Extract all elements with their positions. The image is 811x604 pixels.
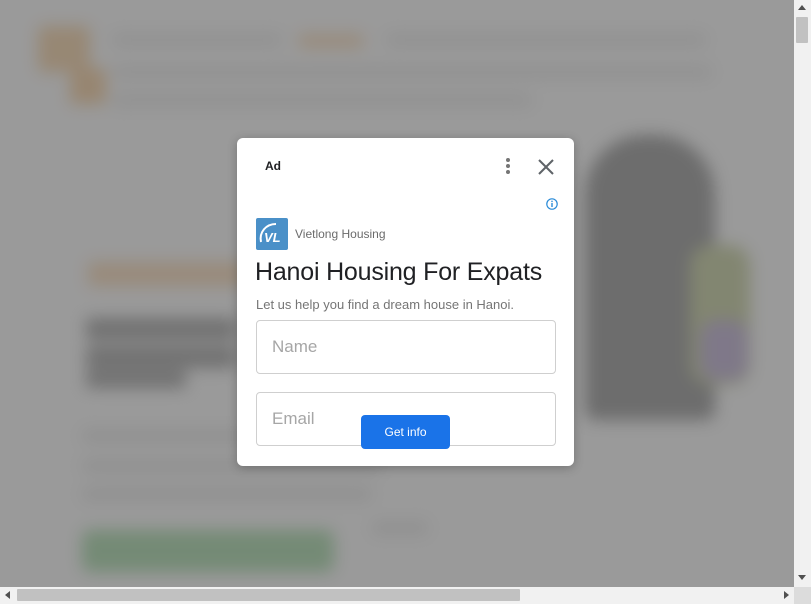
name-field[interactable] [256,320,556,374]
ad-headline[interactable]: Hanoi Housing For Expats [255,258,542,287]
scroll-up-arrow-icon[interactable] [798,5,806,10]
scroll-left-arrow-icon[interactable] [5,591,10,599]
info-icon[interactable] [546,197,558,210]
ad-dialog: Ad VL Vietlong Housing Hanoi Housing For… [237,138,574,466]
scroll-right-arrow-icon[interactable] [784,591,789,599]
horizontal-scroll-thumb[interactable] [17,589,520,601]
brand-logo[interactable]: VL [256,218,288,250]
ad-description: Let us help you find a dream house in Ha… [256,297,515,312]
more-vertical-icon[interactable] [501,156,515,176]
scrollbar-corner [794,587,811,604]
vertical-scrollbar[interactable] [794,0,811,587]
get-info-button[interactable]: Get info [361,415,450,449]
brand-logo-text: VL [264,230,281,245]
horizontal-scrollbar[interactable] [0,587,794,604]
brand-name[interactable]: Vietlong Housing [295,227,386,241]
browser-viewport: Ad VL Vietlong Housing Hanoi Housing For… [0,0,794,587]
scroll-down-arrow-icon[interactable] [798,575,806,580]
vertical-scroll-thumb[interactable] [796,17,808,43]
close-icon[interactable] [535,156,557,178]
ad-label: Ad [265,159,281,173]
